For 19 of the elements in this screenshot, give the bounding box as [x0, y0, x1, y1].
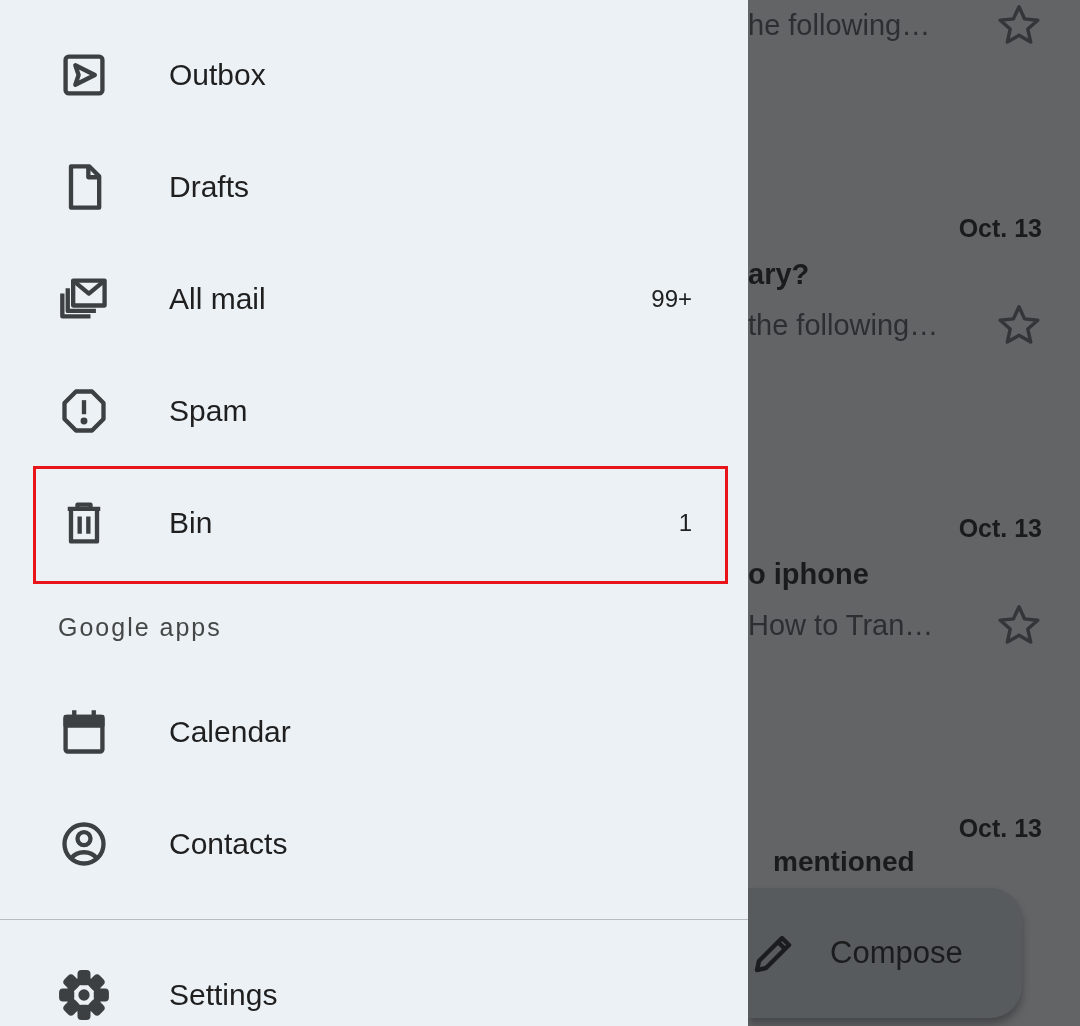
drawer-item[interactable]: Settings [0, 939, 748, 1026]
drawer-item[interactable]: Calendar [0, 676, 748, 788]
section-title: Google apps [58, 611, 222, 642]
mail-subject: mentioned [772, 848, 915, 876]
drawer-item[interactable]: Spam [0, 355, 748, 467]
drawer-item[interactable]: Bin 1 [0, 467, 748, 579]
mail-subject: o iphone [748, 557, 869, 591]
mail-date: Oct. 13 [958, 813, 1042, 843]
item-count: 99+ [651, 285, 692, 313]
drawer-item[interactable]: Outbox [0, 19, 748, 131]
mail-date: Oct. 13 [958, 213, 1042, 243]
item-count: 1 [678, 509, 692, 537]
mail-date: Oct. 13 [958, 513, 1042, 543]
mail-snippet: he following… [748, 8, 931, 42]
drawer-item[interactable]: Contacts [0, 788, 748, 900]
mail-subject: ary? [748, 257, 810, 291]
drawer-item[interactable]: Drafts [0, 131, 748, 243]
settings-icon [58, 969, 110, 1021]
drawer-item[interactable]: All mail 99+ [0, 243, 748, 355]
